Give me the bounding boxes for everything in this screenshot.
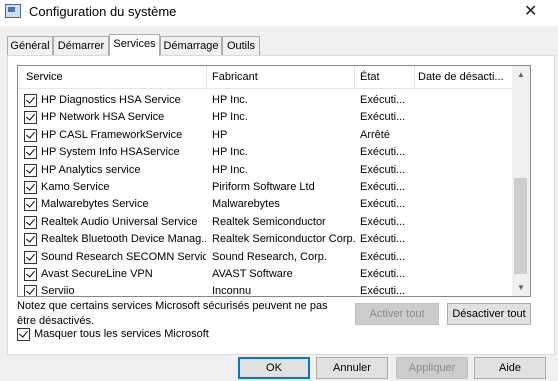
- title-bar: Configuration du système ✕: [0, 0, 558, 26]
- list-header: Service Fabricant État Date de désacti..…: [18, 66, 513, 89]
- table-row[interactable]: Sound Research SECOMN Service Sound Resea…: [18, 249, 513, 266]
- table-row[interactable]: HP Analytics service HP Inc. Exécuti...: [18, 162, 513, 179]
- table-row[interactable]: Realtek Audio Universal Service Realtek S…: [18, 214, 513, 231]
- column-header-disable-date[interactable]: Date de désacti...: [418, 71, 504, 83]
- service-manufacturer: HP Inc.: [212, 146, 248, 159]
- service-name: Kamo Service: [41, 181, 110, 193]
- table-row[interactable]: HP Diagnostics HSA Service HP Inc. Exécuti…: [18, 92, 513, 109]
- tab-startup-mode[interactable]: Démarrer: [53, 36, 109, 55]
- column-header-state[interactable]: État: [360, 71, 380, 83]
- service-manufacturer: Realtek Semiconductor Corp.: [212, 233, 356, 246]
- service-name: Malwarebytes Service: [41, 198, 149, 211]
- service-checkbox[interactable]: [24, 181, 37, 194]
- scroll-up-arrow-icon[interactable]: ▲: [512, 66, 530, 83]
- tab-services[interactable]: Services: [109, 34, 160, 56]
- service-name: HP CASL FrameworkService: [41, 128, 183, 141]
- tab-startup[interactable]: Démarrage: [160, 36, 222, 55]
- table-row[interactable]: Avast SecureLine VPN AVAST Software Exécut…: [18, 266, 513, 283]
- service-name: Avast SecureLine VPN: [41, 268, 153, 280]
- service-checkbox[interactable]: [24, 233, 37, 247]
- tab-tools[interactable]: Outils: [222, 36, 260, 55]
- service-name: HP Network HSA Service: [41, 111, 165, 124]
- disable-all-button[interactable]: Désactiver tout: [447, 303, 531, 325]
- hide-microsoft-services-checkbox[interactable]: [17, 328, 30, 341]
- service-state: Exécuti...: [360, 111, 406, 124]
- table-row[interactable]: HP CASL FrameworkService HP Arrêté: [18, 127, 513, 144]
- enable-all-button[interactable]: Activer tout: [355, 303, 439, 325]
- service-state: Exécuti...: [360, 215, 406, 228]
- column-header-service[interactable]: Service: [26, 71, 63, 83]
- service-state: Exécuti...: [360, 268, 406, 280]
- cancel-button[interactable]: Annuler: [316, 357, 388, 379]
- service-manufacturer: Sound Research, Corp.: [212, 250, 327, 263]
- service-state: Exécuti...: [360, 163, 406, 176]
- service-state: Exécuti...: [360, 250, 406, 263]
- service-state: Arrêté: [360, 128, 390, 141]
- service-checkbox[interactable]: [24, 146, 37, 160]
- table-row[interactable]: HP System Info HSAService HP Inc. Exécuti.…: [18, 144, 513, 161]
- services-list[interactable]: Service Fabricant État Date de désacti..…: [17, 65, 531, 297]
- hide-microsoft-services-label: Masquer tous les services Microsoft: [34, 328, 209, 340]
- service-checkbox[interactable]: [24, 285, 37, 296]
- column-header-manufacturer[interactable]: Fabricant: [212, 71, 258, 83]
- scroll-thumb[interactable]: [514, 178, 527, 274]
- apply-button[interactable]: Appliquer: [396, 357, 468, 379]
- service-manufacturer: HP Inc.: [212, 163, 248, 176]
- service-name: Realtek Bluetooth Device Manag...: [41, 233, 206, 246]
- msconfig-app-icon: [5, 4, 21, 18]
- service-checkbox[interactable]: [24, 215, 37, 229]
- service-manufacturer: Inconnu: [212, 285, 252, 297]
- service-name: HP Analytics service: [41, 163, 141, 176]
- service-state: Exécuti...: [360, 233, 406, 246]
- table-row[interactable]: HP Network HSA Service HP Inc. Exécuti...: [18, 109, 513, 126]
- vertical-scrollbar[interactable]: ▲ ▼: [512, 66, 530, 296]
- tab-strip: Général Démarrer Services Démarrage Outi…: [0, 34, 558, 56]
- service-name: Realtek Audio Universal Service: [41, 215, 198, 228]
- service-manufacturer: AVAST Software: [212, 268, 293, 280]
- help-button[interactable]: Aide: [474, 357, 546, 379]
- service-checkbox[interactable]: [24, 94, 37, 107]
- service-state: Exécuti...: [360, 285, 406, 297]
- service-state: Exécuti...: [360, 146, 406, 159]
- service-manufacturer: HP Inc.: [212, 111, 248, 124]
- service-manufacturer: HP Inc.: [212, 94, 248, 106]
- service-state: Exécuti...: [360, 198, 406, 211]
- service-checkbox[interactable]: [24, 250, 37, 264]
- table-row[interactable]: Realtek Bluetooth Device Manag... Realtek…: [18, 231, 513, 248]
- ok-button[interactable]: OK: [238, 357, 310, 379]
- table-row[interactable]: Serviio Inconnu Exécuti...: [18, 283, 513, 297]
- table-row[interactable]: Kamo Service Piriform Software Ltd Exécuti…: [18, 179, 513, 196]
- tab-general[interactable]: Général: [7, 36, 53, 55]
- service-state: Exécuti...: [360, 94, 406, 106]
- service-manufacturer: HP: [212, 128, 228, 141]
- microsoft-services-note: Notez que certains services Microsoft sé…: [17, 300, 328, 327]
- service-name: Sound Research SECOMN Service: [41, 250, 206, 263]
- scroll-down-arrow-icon[interactable]: ▼: [512, 279, 530, 296]
- service-name: Serviio: [41, 285, 75, 297]
- service-state: Exécuti...: [360, 181, 406, 193]
- close-icon[interactable]: ✕: [524, 1, 537, 21]
- service-checkbox[interactable]: [24, 268, 37, 281]
- service-name: HP System Info HSAService: [41, 146, 180, 159]
- service-manufacturer: Piriform Software Ltd: [212, 181, 315, 193]
- window-title: Configuration du système: [29, 4, 177, 19]
- service-checkbox[interactable]: [24, 111, 37, 125]
- service-name: HP Diagnostics HSA Service: [41, 94, 181, 106]
- service-checkbox[interactable]: [24, 198, 37, 212]
- service-checkbox[interactable]: [24, 163, 37, 177]
- service-checkbox[interactable]: [24, 128, 37, 142]
- service-manufacturer: Malwarebytes: [212, 198, 280, 211]
- service-manufacturer: Realtek Semiconductor: [212, 215, 326, 228]
- table-row[interactable]: Malwarebytes Service Malwarebytes Exécuti.…: [18, 196, 513, 213]
